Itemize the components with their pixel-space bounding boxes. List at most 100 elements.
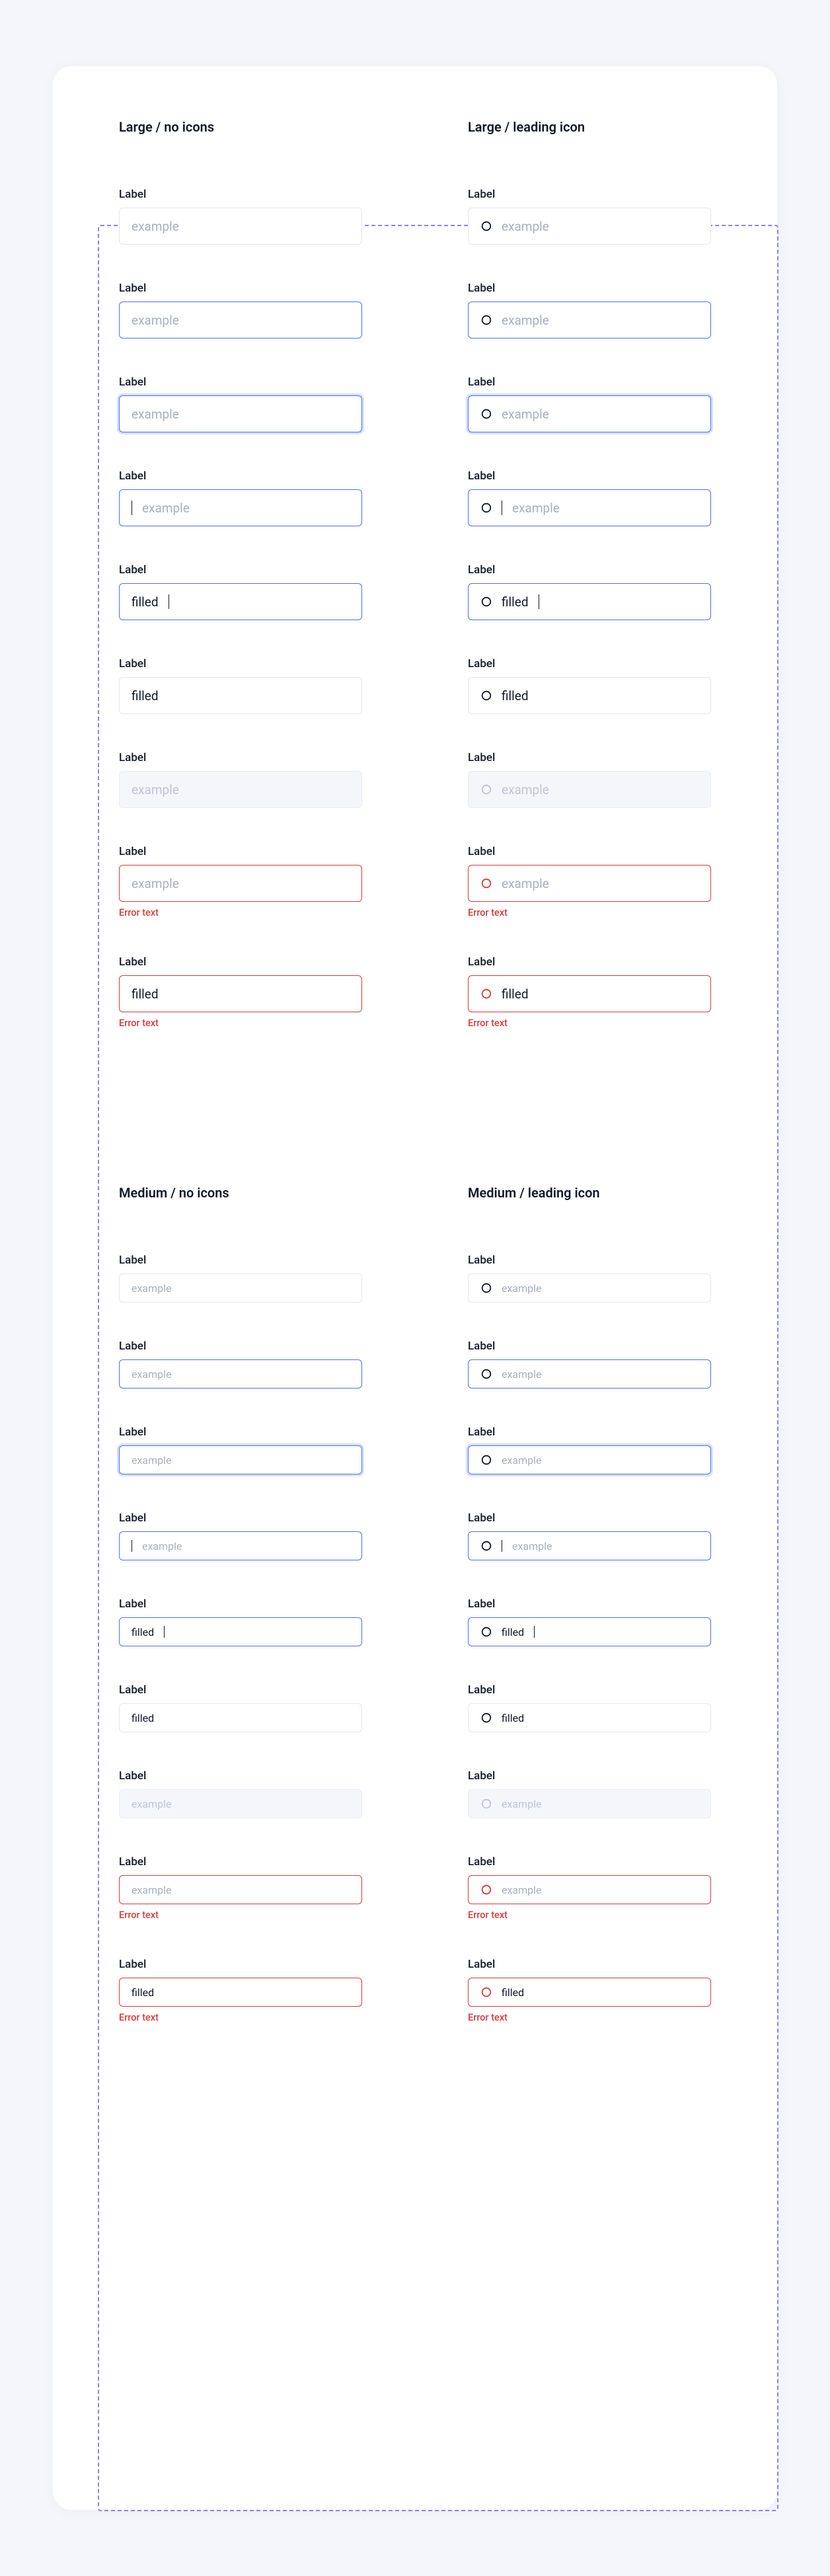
caret [534, 1626, 535, 1638]
text-input[interactable]: filled [468, 1617, 711, 1646]
text-input[interactable]: example [119, 395, 362, 432]
text-input[interactable]: example [468, 1875, 711, 1904]
field-disabled: Label example [468, 751, 711, 808]
input-value: filled [502, 986, 529, 1002]
input-value: filled [132, 986, 159, 1002]
field-label: Label [468, 1597, 711, 1611]
field-default: Label example [119, 188, 362, 245]
text-input[interactable]: filled [119, 583, 362, 620]
circle-icon [480, 1798, 492, 1810]
text-input: example [119, 1789, 362, 1818]
input-placeholder: example [502, 407, 549, 422]
text-input[interactable]: example [119, 1531, 362, 1560]
field-label: Label [468, 1958, 711, 1971]
input-placeholder: example [502, 1368, 542, 1381]
text-input[interactable]: filled [119, 975, 362, 1012]
field-filled: Labelfilled [119, 657, 362, 714]
field-label: Label [468, 282, 711, 295]
input-placeholder: example [502, 1454, 542, 1467]
column: Large / no iconsLabelexampleLabelexample… [119, 119, 362, 1066]
field-error-empty: LabelexampleError text [119, 845, 362, 918]
circle-icon [480, 1540, 492, 1552]
input-placeholder: example [142, 1540, 182, 1552]
field-default: Label example [119, 1254, 362, 1303]
input-value: filled [132, 1712, 154, 1724]
field-typed-focus: Label filled [468, 1597, 711, 1646]
column: Large / leading icon Label example Label exa… [468, 119, 711, 1066]
field-error-empty: LabelexampleError text [468, 845, 711, 918]
text-input[interactable]: filled [468, 975, 711, 1012]
text-input[interactable]: example [119, 208, 362, 245]
text-input[interactable]: example [468, 395, 711, 432]
text-input[interactable]: example [468, 1531, 711, 1560]
input-value: filled [502, 1712, 524, 1724]
text-input[interactable]: filled [468, 583, 711, 620]
input-value: filled [502, 1626, 524, 1638]
input-placeholder: example [502, 782, 549, 797]
text-input[interactable]: example [468, 1445, 711, 1474]
text-input[interactable]: example [119, 302, 362, 339]
field-hover: Labelexample [468, 1340, 711, 1389]
circle-icon [480, 1368, 492, 1380]
text-input[interactable]: example [468, 865, 711, 902]
text-input[interactable]: example [119, 1445, 362, 1474]
medium-group: Medium / no iconsLabelexampleLabelexampl… [119, 1185, 711, 2060]
field-label: Label [119, 469, 362, 483]
columns: Medium / no iconsLabelexampleLabelexampl… [119, 1185, 711, 2060]
field-label: Label [119, 188, 362, 201]
text-input[interactable]: example [468, 208, 711, 245]
field-typed-focus: Labelfilled [119, 563, 362, 620]
field-label: Label [119, 1769, 362, 1783]
field-label: Label [468, 563, 711, 577]
text-input[interactable]: filled [468, 1978, 711, 2007]
text-input[interactable]: filled [119, 677, 362, 714]
circle-icon [480, 220, 492, 232]
field-hover: Label example [468, 282, 711, 339]
text-input[interactable]: example [468, 489, 711, 526]
text-input[interactable]: example [468, 1273, 711, 1303]
field-label: Label [119, 1958, 362, 1971]
field-label: Label [119, 845, 362, 858]
input-placeholder: example [132, 876, 179, 891]
text-input[interactable]: example [119, 1273, 362, 1303]
caret [164, 1626, 165, 1638]
text-input[interactable]: example [468, 1359, 711, 1389]
text-input[interactable]: filled [119, 1703, 362, 1732]
field-focus-ring: Labelexample [119, 1426, 362, 1474]
field-label: Label [468, 751, 711, 764]
input-placeholder: example [512, 1540, 552, 1552]
input-value: filled [502, 688, 529, 704]
text-input[interactable]: filled [119, 1617, 362, 1646]
field-label: Label [119, 1511, 362, 1525]
field-error-filled: LabelfilledError text [468, 955, 711, 1029]
text-input[interactable]: example [119, 1359, 362, 1389]
text-input[interactable]: filled [119, 1978, 362, 2007]
circle-icon [480, 408, 492, 420]
field-label: Label [468, 1254, 711, 1267]
text-input[interactable]: example [119, 1875, 362, 1904]
field-label: Label [119, 1340, 362, 1353]
input-value: filled [132, 688, 159, 704]
input-placeholder: example [502, 1282, 542, 1295]
field-focus-ring: Labelexample [468, 376, 711, 432]
error-text: Error text [468, 907, 711, 918]
input-placeholder: example [132, 219, 179, 234]
text-input[interactable]: filled [468, 1703, 711, 1732]
field-focus-typing: Label example [119, 469, 362, 526]
circle-icon [480, 314, 492, 326]
column-heading: Large / leading icon [468, 119, 711, 135]
text-input[interactable]: example [468, 302, 711, 339]
text-input: example [119, 771, 362, 808]
text-input[interactable]: example [119, 865, 362, 902]
field-label: Label [119, 376, 362, 389]
text-input[interactable]: filled [468, 677, 711, 714]
field-label: Label [468, 657, 711, 670]
input-placeholder: example [132, 313, 179, 328]
large-group: Large / no iconsLabelexampleLabelexample… [119, 119, 711, 1066]
field-label: Label [119, 1855, 362, 1869]
text-input[interactable]: example [119, 489, 362, 526]
field-label: Label [119, 1254, 362, 1267]
field-filled: Labelfilled [468, 1683, 711, 1732]
error-text: Error text [468, 2012, 711, 2023]
circle-icon [480, 1712, 492, 1724]
